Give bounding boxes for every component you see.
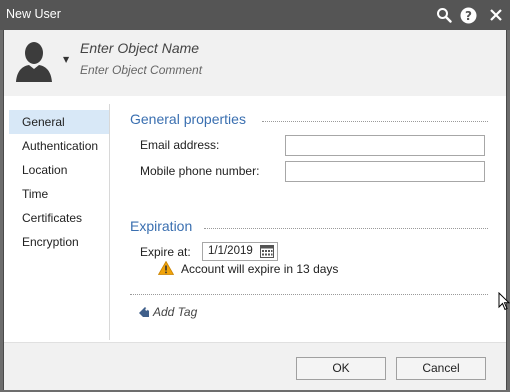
new-user-dialog: ▼ Enter Object Name Enter Object Comment… xyxy=(3,30,507,390)
sidebar-nav: General Authentication Location Time Cer… xyxy=(9,110,109,254)
add-tag-link[interactable]: Add Tag xyxy=(153,305,197,319)
object-name-field[interactable]: Enter Object Name xyxy=(80,40,199,56)
user-silhouette-icon[interactable] xyxy=(14,40,54,82)
nav-item-time[interactable]: Time xyxy=(9,182,109,206)
email-label: Email address: xyxy=(140,138,220,152)
warning-icon xyxy=(157,260,175,275)
svg-text:?: ? xyxy=(465,8,472,22)
tags-divider xyxy=(130,294,488,295)
avatar-dropdown-icon[interactable]: ▼ xyxy=(63,55,69,64)
mobile-label: Mobile phone number: xyxy=(140,164,260,178)
expiration-warning: Account will expire in 13 days xyxy=(181,262,339,276)
general-properties-divider xyxy=(262,121,488,122)
dialog-footer: OK Cancel xyxy=(4,342,506,390)
mouse-cursor-icon xyxy=(498,291,510,312)
title-bar: New User ? xyxy=(0,0,510,30)
nav-divider xyxy=(109,104,110,340)
general-properties-heading: General properties xyxy=(130,111,246,127)
nav-item-location[interactable]: Location xyxy=(9,158,109,182)
object-header: ▼ Enter Object Name Enter Object Comment xyxy=(4,30,506,96)
nav-item-general[interactable]: General xyxy=(9,110,109,134)
close-icon[interactable] xyxy=(486,5,506,25)
expiration-heading: Expiration xyxy=(130,218,193,234)
object-comment-field[interactable]: Enter Object Comment xyxy=(80,63,202,77)
nav-item-authentication[interactable]: Authentication xyxy=(9,134,109,158)
search-icon[interactable] xyxy=(434,5,454,25)
help-icon[interactable]: ? xyxy=(458,5,478,25)
window-title: New User xyxy=(6,7,61,21)
expiration-divider xyxy=(204,228,488,229)
mobile-input[interactable] xyxy=(285,161,485,182)
tag-icon[interactable] xyxy=(138,306,150,318)
expire-date-value[interactable]: 1/1/2019 xyxy=(208,245,253,257)
expire-at-label: Expire at: xyxy=(140,245,191,259)
nav-item-certificates[interactable]: Certificates xyxy=(9,206,109,230)
ok-button[interactable]: OK xyxy=(296,357,386,380)
cancel-button[interactable]: Cancel xyxy=(396,357,486,380)
expire-date-picker[interactable]: 1/1/2019 xyxy=(202,242,278,261)
nav-item-encryption[interactable]: Encryption xyxy=(9,230,109,254)
email-input[interactable] xyxy=(285,135,485,156)
calendar-icon[interactable] xyxy=(260,245,274,258)
